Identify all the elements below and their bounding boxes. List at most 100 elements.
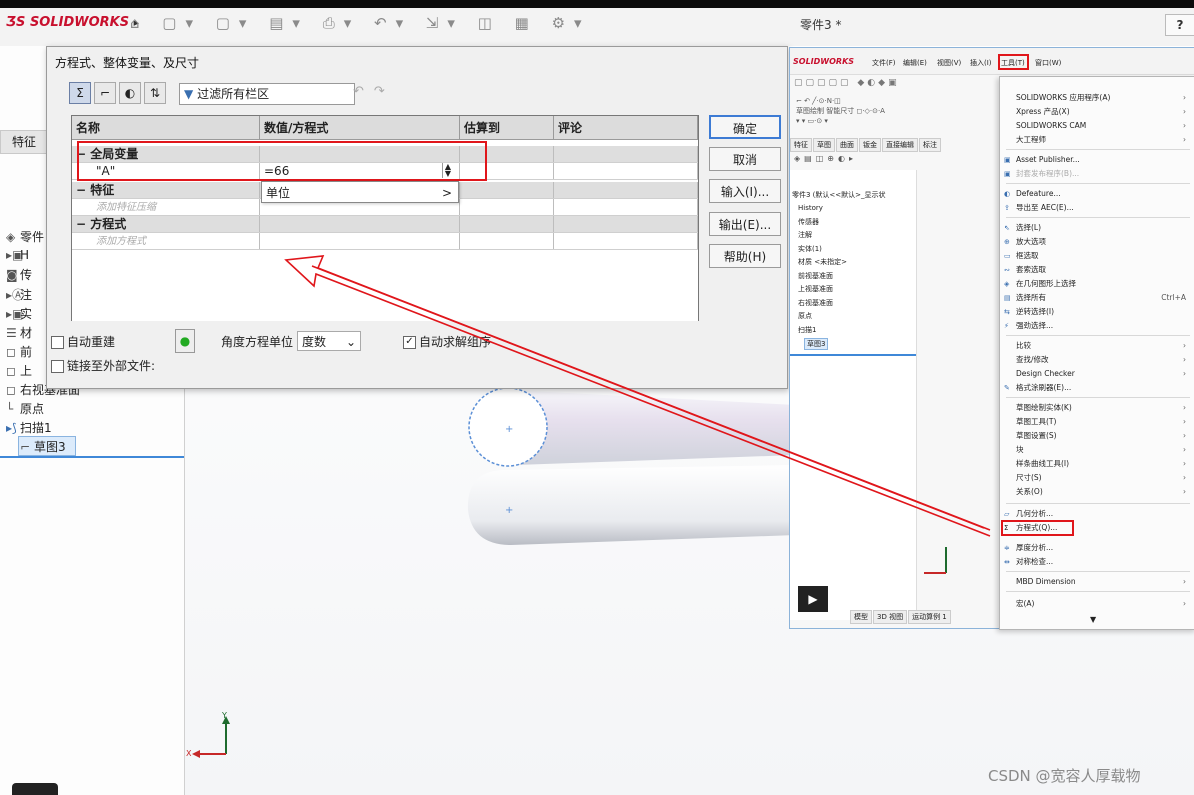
filter-input[interactable]: ▼ 过滤所有栏区 <box>179 83 355 105</box>
menu-item-big-engineer[interactable]: 大工程师 › <box>1004 133 1190 146</box>
menu-item-thickness-analysis[interactable]: ≑ 厚度分析... <box>1004 541 1190 554</box>
menu-scroll-down-icon[interactable]: ▼ <box>1090 615 1096 624</box>
rollback-bar[interactable] <box>0 456 184 458</box>
tree-item-solid-bodies[interactable]: ▸▣实 <box>6 305 32 322</box>
menu-item-export-aec[interactable]: ⇪ 导出至 AEC(E)... <box>1004 201 1190 214</box>
tree-item-material[interactable]: ☰ 材 <box>6 324 32 341</box>
help-button[interactable]: 帮助(H) <box>709 244 781 268</box>
tab-model[interactable]: 模型 <box>850 610 872 624</box>
menu-item-select[interactable]: ⇖ 选择(L) <box>1004 221 1190 234</box>
command-manager-icons[interactable]: ▢▢▢▢▢ ◆◐◆▣ <box>794 78 900 88</box>
angle-unit-select[interactable]: 度数 ⌄ <box>297 331 361 351</box>
unit-popup-menu[interactable]: 单位 > <box>261 181 459 203</box>
menu-item-geometry-analysis[interactable]: ▱ 几何分析... <box>1004 507 1190 520</box>
column-header-evaluates-to[interactable]: 估算到 <box>460 116 554 140</box>
menu-item-select-over-geometry[interactable]: ◈ 在几何图形上选择 <box>1004 277 1190 290</box>
tree-item-right-plane[interactable]: 右视基准面 <box>798 298 833 308</box>
menu-item-solidworks-apps[interactable]: SOLIDWORKS 应用程序(A) › <box>1004 91 1190 104</box>
menu-item-sketch-tools[interactable]: 草图工具(T) › <box>1004 415 1190 428</box>
tree-item-sketch3[interactable]: ⌐ 草图3 <box>20 438 66 455</box>
menu-item-xpress[interactable]: Xpress 产品(X) › <box>1004 105 1190 118</box>
cancel-button[interactable]: 取消 <box>709 147 781 171</box>
tab-sheet-metal[interactable]: 钣金 <box>859 138 881 152</box>
menu-item-dimensions[interactable]: 尺寸(S) › <box>1004 471 1190 484</box>
dimension-view-icon[interactable]: ◐ <box>119 82 141 104</box>
tree-item-origin[interactable]: 原点 <box>798 311 812 321</box>
tree-item-top-plane[interactable]: ◻ 上 <box>6 362 32 379</box>
play-icon[interactable]: ▶ <box>798 586 828 612</box>
help-icon[interactable]: ? <box>1165 14 1194 36</box>
menu-item-cam[interactable]: SOLIDWORKS CAM › <box>1004 119 1190 132</box>
column-header-comments[interactable]: 评论 <box>554 116 698 140</box>
menu-item-design-checker[interactable]: Design Checker › <box>1004 367 1190 380</box>
ordered-view-icon[interactable]: ⇅ <box>144 82 166 104</box>
link-external-checkbox[interactable]: 链接至外部文件: <box>51 357 155 374</box>
menu-item-defeature[interactable]: ◐ Defeature... <box>1004 187 1190 200</box>
menu-item-invert-selection[interactable]: ⇆ 逆转选择(I) <box>1004 305 1190 318</box>
tree-item-history[interactable]: ▸▣H <box>6 248 29 262</box>
column-header-value[interactable]: 数值/方程式 <box>260 116 460 140</box>
tab-surfaces[interactable]: 曲面 <box>836 138 858 152</box>
tree-item-sketch3[interactable]: 草图3 <box>804 338 829 350</box>
tree-item-origin[interactable]: └ 原点 <box>6 400 44 417</box>
tree-item-front-plane[interactable]: 前视基准面 <box>798 271 833 281</box>
auto-solve-checkbox[interactable]: ✓ 自动求解组序 <box>403 333 491 350</box>
tree-item-sensors[interactable]: ◙ 传 <box>6 266 32 283</box>
menu-item-sketch-entities[interactable]: 草图绘制实体(K) › <box>1004 401 1190 414</box>
menu-item-symmetry-check[interactable]: ⇹ 对称检查... <box>1004 555 1190 568</box>
tree-item-annotations[interactable]: 注解 <box>798 230 812 240</box>
tree-item-solid-bodies[interactable]: 实体(1) <box>798 244 822 254</box>
menu-window[interactable]: 窗口(W) <box>1035 58 1061 68</box>
traffic-light-icon[interactable]: ● <box>175 329 195 353</box>
menu-item-box-select[interactable]: ▭ 框选取 <box>1004 249 1190 262</box>
tree-item-part[interactable]: ◈ 零件 <box>6 228 44 245</box>
menu-item-power-select[interactable]: ⚡ 强劲选择... <box>1004 319 1190 332</box>
menu-item-select-all[interactable]: ▤ 选择所有 Ctrl+A <box>1004 291 1190 304</box>
menu-item-blocks[interactable]: 块 › <box>1004 443 1190 456</box>
quick-access-toolbar[interactable]: ⌂ ▢▾ ▢▾ ▤▾ ⎙▾ ↶▾ ⇲▾ ◫ ▦ ⚙▾ <box>130 14 591 32</box>
tab-features[interactable]: 特征 <box>0 130 48 154</box>
tab-features[interactable]: 特征 <box>790 138 812 152</box>
menu-file[interactable]: 文件(F) <box>872 58 896 68</box>
app-logo[interactable]: ƷS SOLIDWORKS ▸ <box>6 15 139 30</box>
tree-item-top-plane[interactable]: 上视基准面 <box>798 284 833 294</box>
menu-item-sketch-settings[interactable]: 草图设置(S) › <box>1004 429 1190 442</box>
menu-view[interactable]: 视图(V) <box>937 58 961 68</box>
section-row-equations[interactable]: − 方程式 <box>72 216 698 233</box>
sketch-equation-view-icon[interactable]: ⌐ <box>94 82 116 104</box>
menu-item-spline-tools[interactable]: 样条曲线工具(I) › <box>1004 457 1190 470</box>
tree-item-sweep1[interactable]: 扫描1 <box>798 325 816 335</box>
rollback-bar[interactable] <box>790 354 916 356</box>
menu-edit[interactable]: 编辑(E) <box>903 58 927 68</box>
menu-item-mbd-dimension[interactable]: MBD Dimension › <box>1004 575 1190 588</box>
menu-item-format-painter[interactable]: ✎ 格式涂刷器(E)... <box>1004 381 1190 394</box>
menu-item-macro[interactable]: 宏(A) › <box>1004 597 1190 610</box>
tree-item-sensors[interactable]: 传感器 <box>798 217 819 227</box>
menu-item-asset-publisher[interactable]: ▣ Asset Publisher... <box>1004 153 1190 166</box>
column-header-name[interactable]: 名称 <box>72 116 260 140</box>
equation-view-icon[interactable]: Σ <box>69 82 91 104</box>
menu-item-magnified-selection[interactable]: ⊕ 放大选项 <box>1004 235 1190 248</box>
tab-sketch[interactable]: 草图 <box>813 138 835 152</box>
export-button[interactable]: 输出(E)... <box>709 212 781 236</box>
ok-button[interactable]: 确定 <box>709 115 781 139</box>
tab-markup[interactable]: 标注 <box>919 138 941 152</box>
value-spinner[interactable]: ▲ ▼ <box>442 163 453 178</box>
tab-3d-views[interactable]: 3D 视图 <box>873 610 908 624</box>
tree-item-material[interactable]: 材质 <未指定> <box>798 257 847 267</box>
menu-item-lasso-select[interactable]: ∾ 套索选取 <box>1004 263 1190 276</box>
pane-tab-icons[interactable]: ◈▤◫⊕◐▸ <box>794 154 857 163</box>
sketch-toolbar[interactable]: ⌐ ↶ ╱·⊙·Ν·◫ 草图绘制 智能尺寸 ◻·◇·⊙·Α ▾ ▾ ▭·⊙ ▾ <box>796 96 885 126</box>
add-equation-row[interactable]: 添加方程式 <box>72 233 698 250</box>
tree-item-part[interactable]: 零件3 (默认<<默认>_显示状 <box>792 190 886 200</box>
tab-direct-edit[interactable]: 直接编辑 <box>882 138 918 152</box>
menu-insert[interactable]: 插入(I) <box>970 58 992 68</box>
undo-icon[interactable]: ↶ <box>353 84 374 99</box>
tree-item-annotations[interactable]: ▸Ⓐ注 <box>6 286 32 303</box>
redo-icon[interactable]: ↷ <box>374 84 395 99</box>
tree-item-history[interactable]: History <box>798 204 823 212</box>
import-button[interactable]: 输入(I)... <box>709 179 781 203</box>
auto-rebuild-checkbox[interactable]: 自动重建 <box>51 333 115 350</box>
menu-item-find-modify[interactable]: 查找/修改 › <box>1004 353 1190 366</box>
tree-item-front-plane[interactable]: ◻ 前 <box>6 343 32 360</box>
